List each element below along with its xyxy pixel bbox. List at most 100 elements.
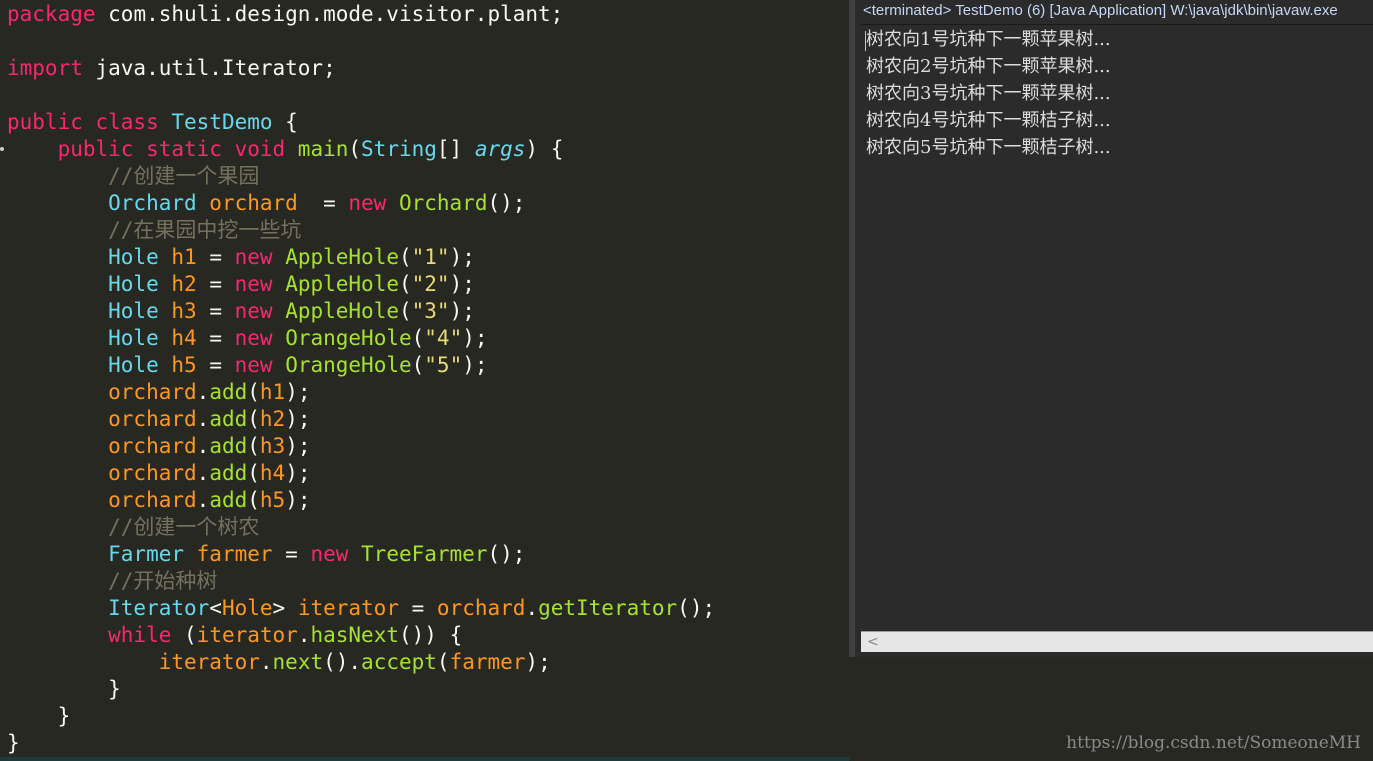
code-line: } <box>7 703 71 730</box>
code-token: } <box>7 677 121 701</box>
code-token: = <box>272 542 311 566</box>
code-token: ( <box>348 137 362 161</box>
code-token: h3 <box>259 434 286 458</box>
code-token: h4 <box>171 326 197 350</box>
code-token: farmer <box>196 542 273 566</box>
code-token: . <box>196 434 210 458</box>
code-token: = <box>297 191 349 215</box>
code-token: . <box>196 461 210 485</box>
console-output[interactable]: 树农向1号坑种下一颗苹果树... 树农向2号坑种下一颗苹果树... 树农向3号坑种下… <box>861 24 1373 631</box>
code-token: h3 <box>171 299 197 323</box>
code-token: orchard <box>436 596 526 620</box>
code-token: ); <box>449 272 475 296</box>
code-token: . <box>259 650 273 674</box>
code-token: ); <box>285 407 311 431</box>
code-token: = <box>196 326 235 350</box>
code-line: iterator.next().accept(farmer); <box>7 649 551 676</box>
code-token: . <box>196 488 210 512</box>
code-token: . <box>297 623 311 647</box>
code-token: new <box>310 542 362 566</box>
code-token: new <box>348 191 399 215</box>
scroll-left-icon[interactable]: < <box>867 632 879 652</box>
code-line: orchard.add(h4); <box>7 460 311 487</box>
code-token: Iterator <box>7 596 210 620</box>
code-token: new <box>234 299 286 323</box>
code-token: ); <box>462 326 488 350</box>
code-token: "2" <box>411 272 450 296</box>
code-token: . <box>196 407 210 431</box>
code-token: } <box>7 731 20 755</box>
code-token: h2 <box>171 272 197 296</box>
code-line: Orchard orchard = new Orchard(); <box>7 190 525 217</box>
code-token: Orchard <box>398 191 488 215</box>
code-token: ); <box>285 461 311 485</box>
code-line: //创建一个果园 <box>7 163 259 190</box>
code-token: OrangeHole <box>285 353 412 377</box>
console-horizontal-scrollbar[interactable]: < <box>861 631 1373 652</box>
code-token: add <box>209 488 248 512</box>
code-line: //创建一个树农 <box>7 514 259 541</box>
code-token: Hole <box>221 596 273 620</box>
code-token: ( <box>398 245 412 269</box>
code-token: args <box>474 137 526 161</box>
code-token: orchard <box>7 461 197 485</box>
code-token: ( <box>398 272 412 296</box>
code-line: //在果园中挖一些坑 <box>7 217 301 244</box>
code-token: import <box>7 56 83 80</box>
code-token: . <box>196 380 210 404</box>
code-token: accept <box>361 650 437 674</box>
code-line: orchard.add(h5); <box>7 487 310 514</box>
code-line: Iterator<Hole> iterator = orchard.getIte… <box>7 595 715 622</box>
code-line: Hole h1 = new AppleHole("1"); <box>7 244 475 271</box>
code-token: farmer <box>449 650 526 674</box>
console-header: <terminated> TestDemo (6) [Java Applicat… <box>863 2 1338 19</box>
code-editor[interactable]: package com.shuli.design.mode.visitor.pl… <box>0 0 849 761</box>
code-token: { <box>272 110 298 134</box>
code-token: orchard <box>209 191 298 215</box>
code-token: h4 <box>259 461 286 485</box>
code-token: String <box>361 137 437 161</box>
console-output-line: 树农向2号坑种下一颗苹果树... <box>866 56 1111 77</box>
code-token: h2 <box>259 407 286 431</box>
code-token: new <box>234 353 286 377</box>
code-token: Hole <box>7 245 172 269</box>
code-token: new <box>234 245 286 269</box>
breakpoint-marker <box>0 147 4 151</box>
code-line: while (iterator.hasNext()) { <box>7 622 462 649</box>
code-token: getIterator <box>538 596 678 620</box>
code-token: > <box>272 596 298 620</box>
code-token: add <box>209 461 248 485</box>
code-token: = <box>398 596 437 620</box>
code-line: orchard.add(h2); <box>7 406 311 433</box>
code-token: [] <box>436 137 475 161</box>
code-token: new <box>234 326 286 350</box>
code-token: "3" <box>411 299 450 323</box>
code-token: public static void <box>7 137 298 161</box>
code-token: } <box>7 704 71 728</box>
code-token: = <box>196 245 235 269</box>
code-token: ); <box>525 650 551 674</box>
code-token: com.shuli.design.mode.visitor.plant; <box>95 2 564 26</box>
code-token: ); <box>462 353 488 377</box>
code-token: (); <box>487 191 526 215</box>
code-line: public class TestDemo { <box>7 109 298 136</box>
code-token: main <box>297 137 349 161</box>
code-token: public class <box>7 110 172 134</box>
code-token: ( <box>247 434 260 458</box>
code-line: Hole h5 = new OrangeHole("5"); <box>7 352 488 379</box>
code-token: (); <box>487 542 526 566</box>
code-token: //开始种树 <box>7 569 218 593</box>
code-token: ( <box>398 299 412 323</box>
code-line: //开始种树 <box>7 568 217 595</box>
code-token: ( <box>247 488 260 512</box>
code-token: AppleHole <box>285 245 399 269</box>
code-token: "1" <box>411 245 450 269</box>
code-token: //创建一个树农 <box>7 515 260 539</box>
code-token: Farmer <box>7 542 197 566</box>
code-line: Hole h4 = new OrangeHole("4"); <box>7 325 488 352</box>
code-token: TreeFarmer <box>361 542 488 566</box>
code-token: ) { <box>525 137 564 161</box>
console-view: <terminated> TestDemo (6) [Java Applicat… <box>849 0 1373 657</box>
code-token: h5 <box>259 488 286 512</box>
code-token: ( <box>411 353 425 377</box>
